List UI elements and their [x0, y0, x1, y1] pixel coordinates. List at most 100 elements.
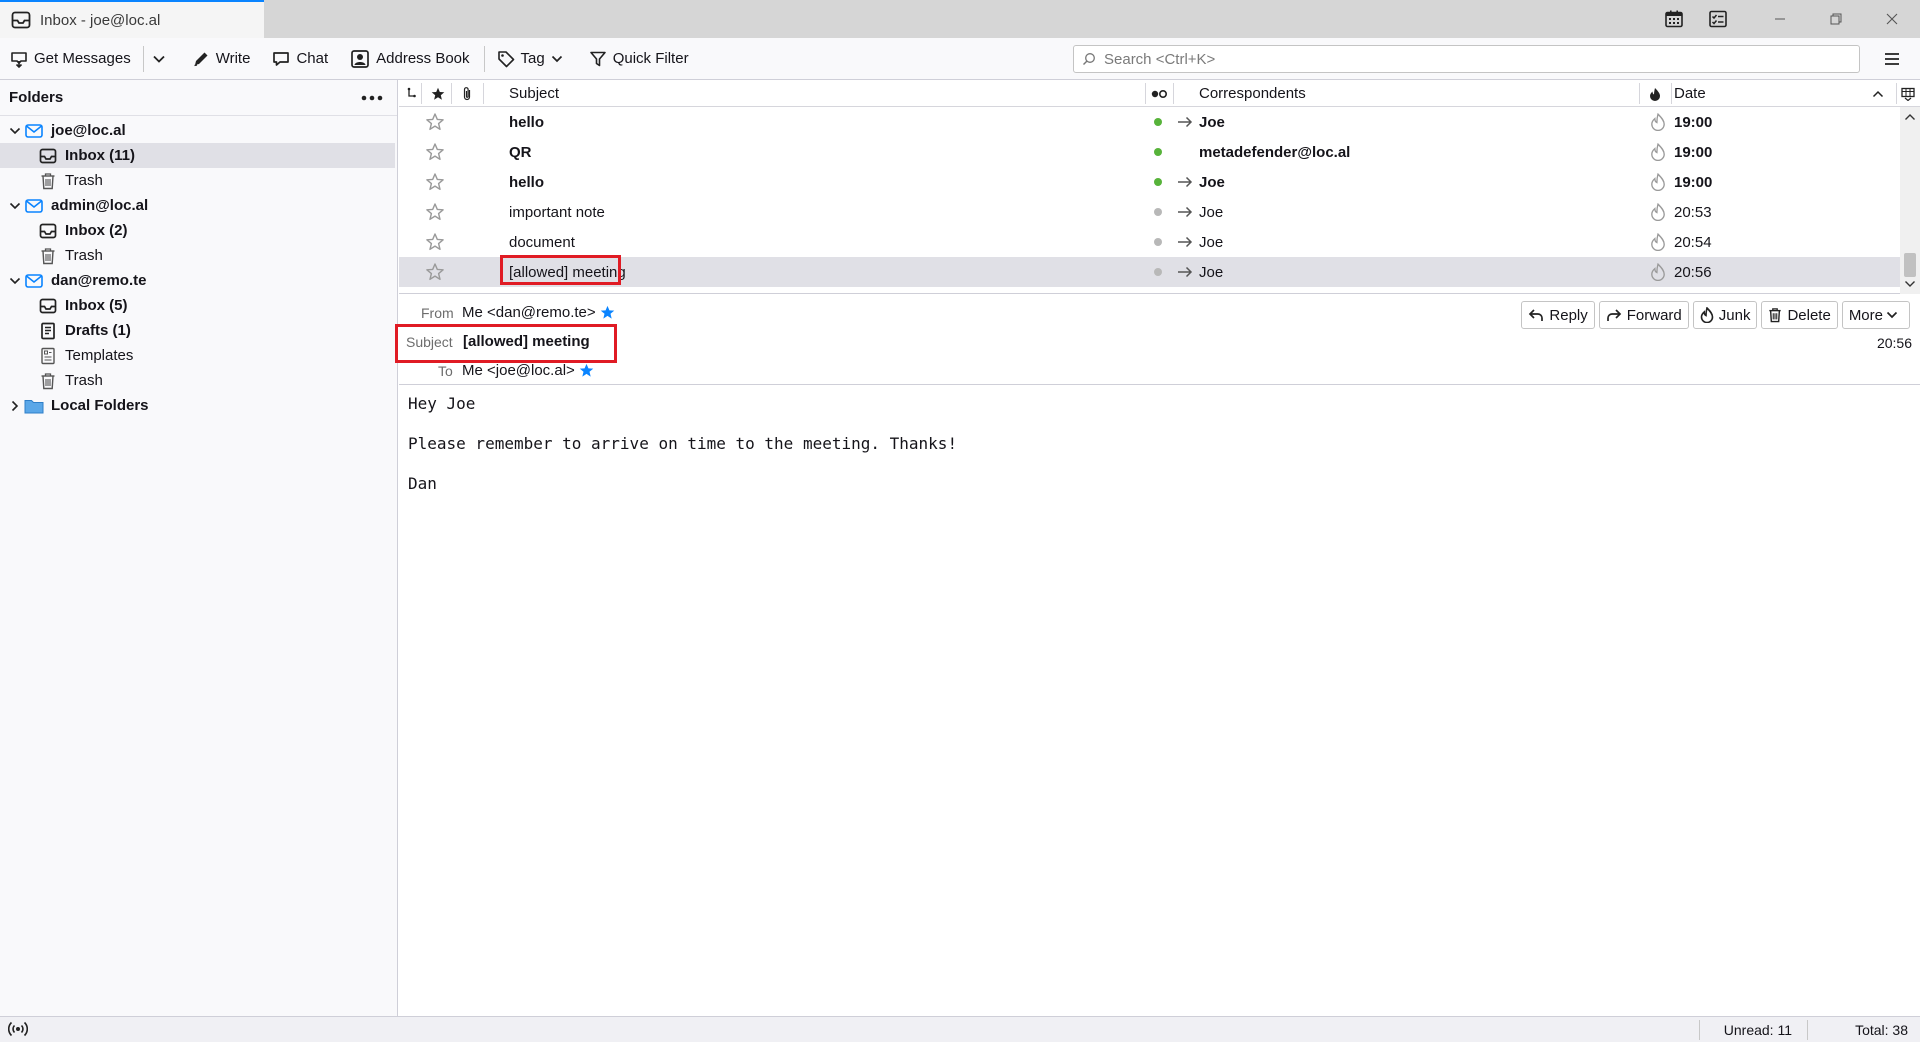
address-book-button[interactable]: Address Book	[344, 44, 475, 74]
search-box[interactable]	[1073, 45, 1860, 73]
hamburger-icon	[1884, 52, 1900, 66]
star-toggle[interactable]	[426, 107, 444, 137]
trash-icon	[1768, 307, 1787, 323]
junk-toggle[interactable]	[1650, 197, 1666, 227]
arrow-right-icon	[1177, 266, 1193, 278]
unread-column-header[interactable]	[1151, 80, 1167, 107]
download-icon	[10, 50, 34, 68]
junk-toggle[interactable]	[1650, 227, 1666, 257]
subject-column-header[interactable]: Subject	[509, 80, 559, 107]
junk-flame-icon	[1650, 113, 1666, 131]
starred-column-header[interactable]	[431, 80, 445, 107]
star-toggle[interactable]	[426, 257, 444, 287]
contact-star-icon[interactable]	[579, 363, 594, 378]
star-toggle[interactable]	[426, 197, 444, 227]
junk-flame-icon	[1650, 143, 1666, 161]
tasks-icon	[1708, 9, 1728, 29]
correspondents-column-header[interactable]: Correspondents	[1199, 80, 1306, 107]
trash-icon	[38, 371, 58, 391]
junk-column-header[interactable]	[1649, 80, 1661, 107]
folder-tree: joe@loc.al Inbox (11) Trash admin@loc.al	[0, 116, 397, 418]
folder-joe-inbox[interactable]: Inbox (11)	[0, 143, 395, 168]
scroll-thumb[interactable]	[1904, 253, 1916, 277]
scroll-up-icon[interactable]	[1904, 112, 1916, 122]
chevron-down-icon[interactable]	[6, 272, 24, 290]
restore-button[interactable]	[1808, 0, 1864, 38]
forward-button[interactable]: Forward	[1598, 301, 1689, 329]
message-row[interactable]: QR metadefender@loc.al 19:00	[399, 137, 1900, 167]
junk-toggle[interactable]	[1650, 167, 1666, 197]
account-joe[interactable]: joe@loc.al	[0, 118, 397, 143]
junk-toggle[interactable]	[1650, 257, 1666, 287]
contact-star-icon[interactable]	[600, 305, 615, 320]
folder-joe-trash[interactable]: Trash	[0, 168, 397, 193]
get-messages-button[interactable]: Get Messages	[4, 44, 137, 74]
write-button[interactable]: Write	[186, 44, 257, 74]
more-button[interactable]: More	[1841, 301, 1910, 329]
folder-admin-trash[interactable]: Trash	[0, 243, 397, 268]
date-column-header[interactable]: Date	[1674, 80, 1706, 107]
folder-dan-trash[interactable]: Trash	[0, 368, 397, 393]
read-status-toggle[interactable]	[1154, 257, 1162, 287]
reply-button[interactable]: Reply	[1521, 301, 1595, 329]
get-messages-dropdown[interactable]	[148, 44, 176, 74]
tasks-button[interactable]	[1696, 0, 1740, 38]
read-status-toggle[interactable]	[1154, 197, 1162, 227]
to-value[interactable]: Me <joe@loc.al>	[462, 362, 594, 379]
online-status-icon[interactable]	[8, 1020, 28, 1038]
message-row[interactable]: hello Joe 19:00	[399, 107, 1900, 137]
search-input[interactable]	[1102, 49, 1842, 69]
app-menu-button[interactable]	[1878, 46, 1906, 72]
message-correspondent: Joe	[1199, 263, 1224, 281]
thread-column-header: Subject Correspondents Date	[399, 80, 1920, 107]
read-status-dot	[1154, 208, 1162, 216]
quick-filter-button[interactable]: Quick Filter	[583, 44, 695, 74]
tag-button[interactable]: Tag	[491, 44, 575, 74]
sort-ascending-indicator[interactable]	[1872, 80, 1884, 107]
read-status-toggle[interactable]	[1154, 227, 1162, 257]
message-row[interactable]: hello Joe 19:00	[399, 167, 1900, 197]
star-toggle[interactable]	[426, 227, 444, 257]
read-status-toggle[interactable]	[1154, 167, 1162, 197]
junk-button[interactable]: Junk	[1692, 301, 1758, 329]
chevron-down-icon[interactable]	[6, 197, 24, 215]
message-row[interactable]: document Joe 20:54	[399, 227, 1900, 257]
column-picker-button[interactable]	[1901, 80, 1915, 107]
scroll-down-icon[interactable]	[1904, 279, 1916, 289]
from-value[interactable]: Me <dan@remo.te>	[462, 304, 615, 321]
folder-dan-inbox[interactable]: Inbox (5)	[0, 293, 397, 318]
thread-column-toggle[interactable]	[407, 80, 417, 107]
chat-button[interactable]: Chat	[266, 44, 334, 74]
account-dan[interactable]: dan@remo.te	[0, 268, 397, 293]
delete-button[interactable]: Delete	[1761, 301, 1838, 329]
read-status-dot	[1154, 118, 1162, 126]
folder-pane-options-button[interactable]	[359, 88, 385, 108]
thread-scrollbar[interactable]	[1900, 107, 1920, 294]
chevron-right-icon[interactable]	[6, 397, 24, 415]
close-window-button[interactable]	[1864, 0, 1920, 38]
outgoing-arrow	[1177, 197, 1193, 227]
attachment-column-header[interactable]	[461, 80, 473, 107]
message-subject: QR	[509, 143, 532, 161]
tab-inbox[interactable]: Inbox - joe@loc.al	[0, 0, 264, 38]
folder-dan-templates[interactable]: Templates	[0, 343, 397, 368]
read-status-toggle[interactable]	[1154, 107, 1162, 137]
folder-admin-inbox[interactable]: Inbox (2)	[0, 218, 397, 243]
junk-toggle[interactable]	[1650, 137, 1666, 167]
message-row[interactable]: important note Joe 20:53	[399, 197, 1900, 227]
filter-icon	[589, 50, 613, 68]
from-label: From	[421, 305, 454, 321]
message-row[interactable]: [allowed] meeting Joe 20:56	[399, 257, 1900, 287]
account-local-folders[interactable]: Local Folders	[0, 393, 397, 418]
folder-pane-title: Folders	[9, 89, 64, 106]
star-toggle[interactable]	[426, 167, 444, 197]
calendar-button[interactable]	[1652, 0, 1696, 38]
junk-flame-icon	[1650, 203, 1666, 221]
star-toggle[interactable]	[426, 137, 444, 167]
junk-toggle[interactable]	[1650, 107, 1666, 137]
folder-dan-drafts[interactable]: Drafts (1)	[0, 318, 397, 343]
account-admin[interactable]: admin@loc.al	[0, 193, 397, 218]
minimize-button[interactable]	[1752, 0, 1808, 38]
chevron-down-icon[interactable]	[6, 122, 24, 140]
read-status-toggle[interactable]	[1154, 137, 1162, 167]
